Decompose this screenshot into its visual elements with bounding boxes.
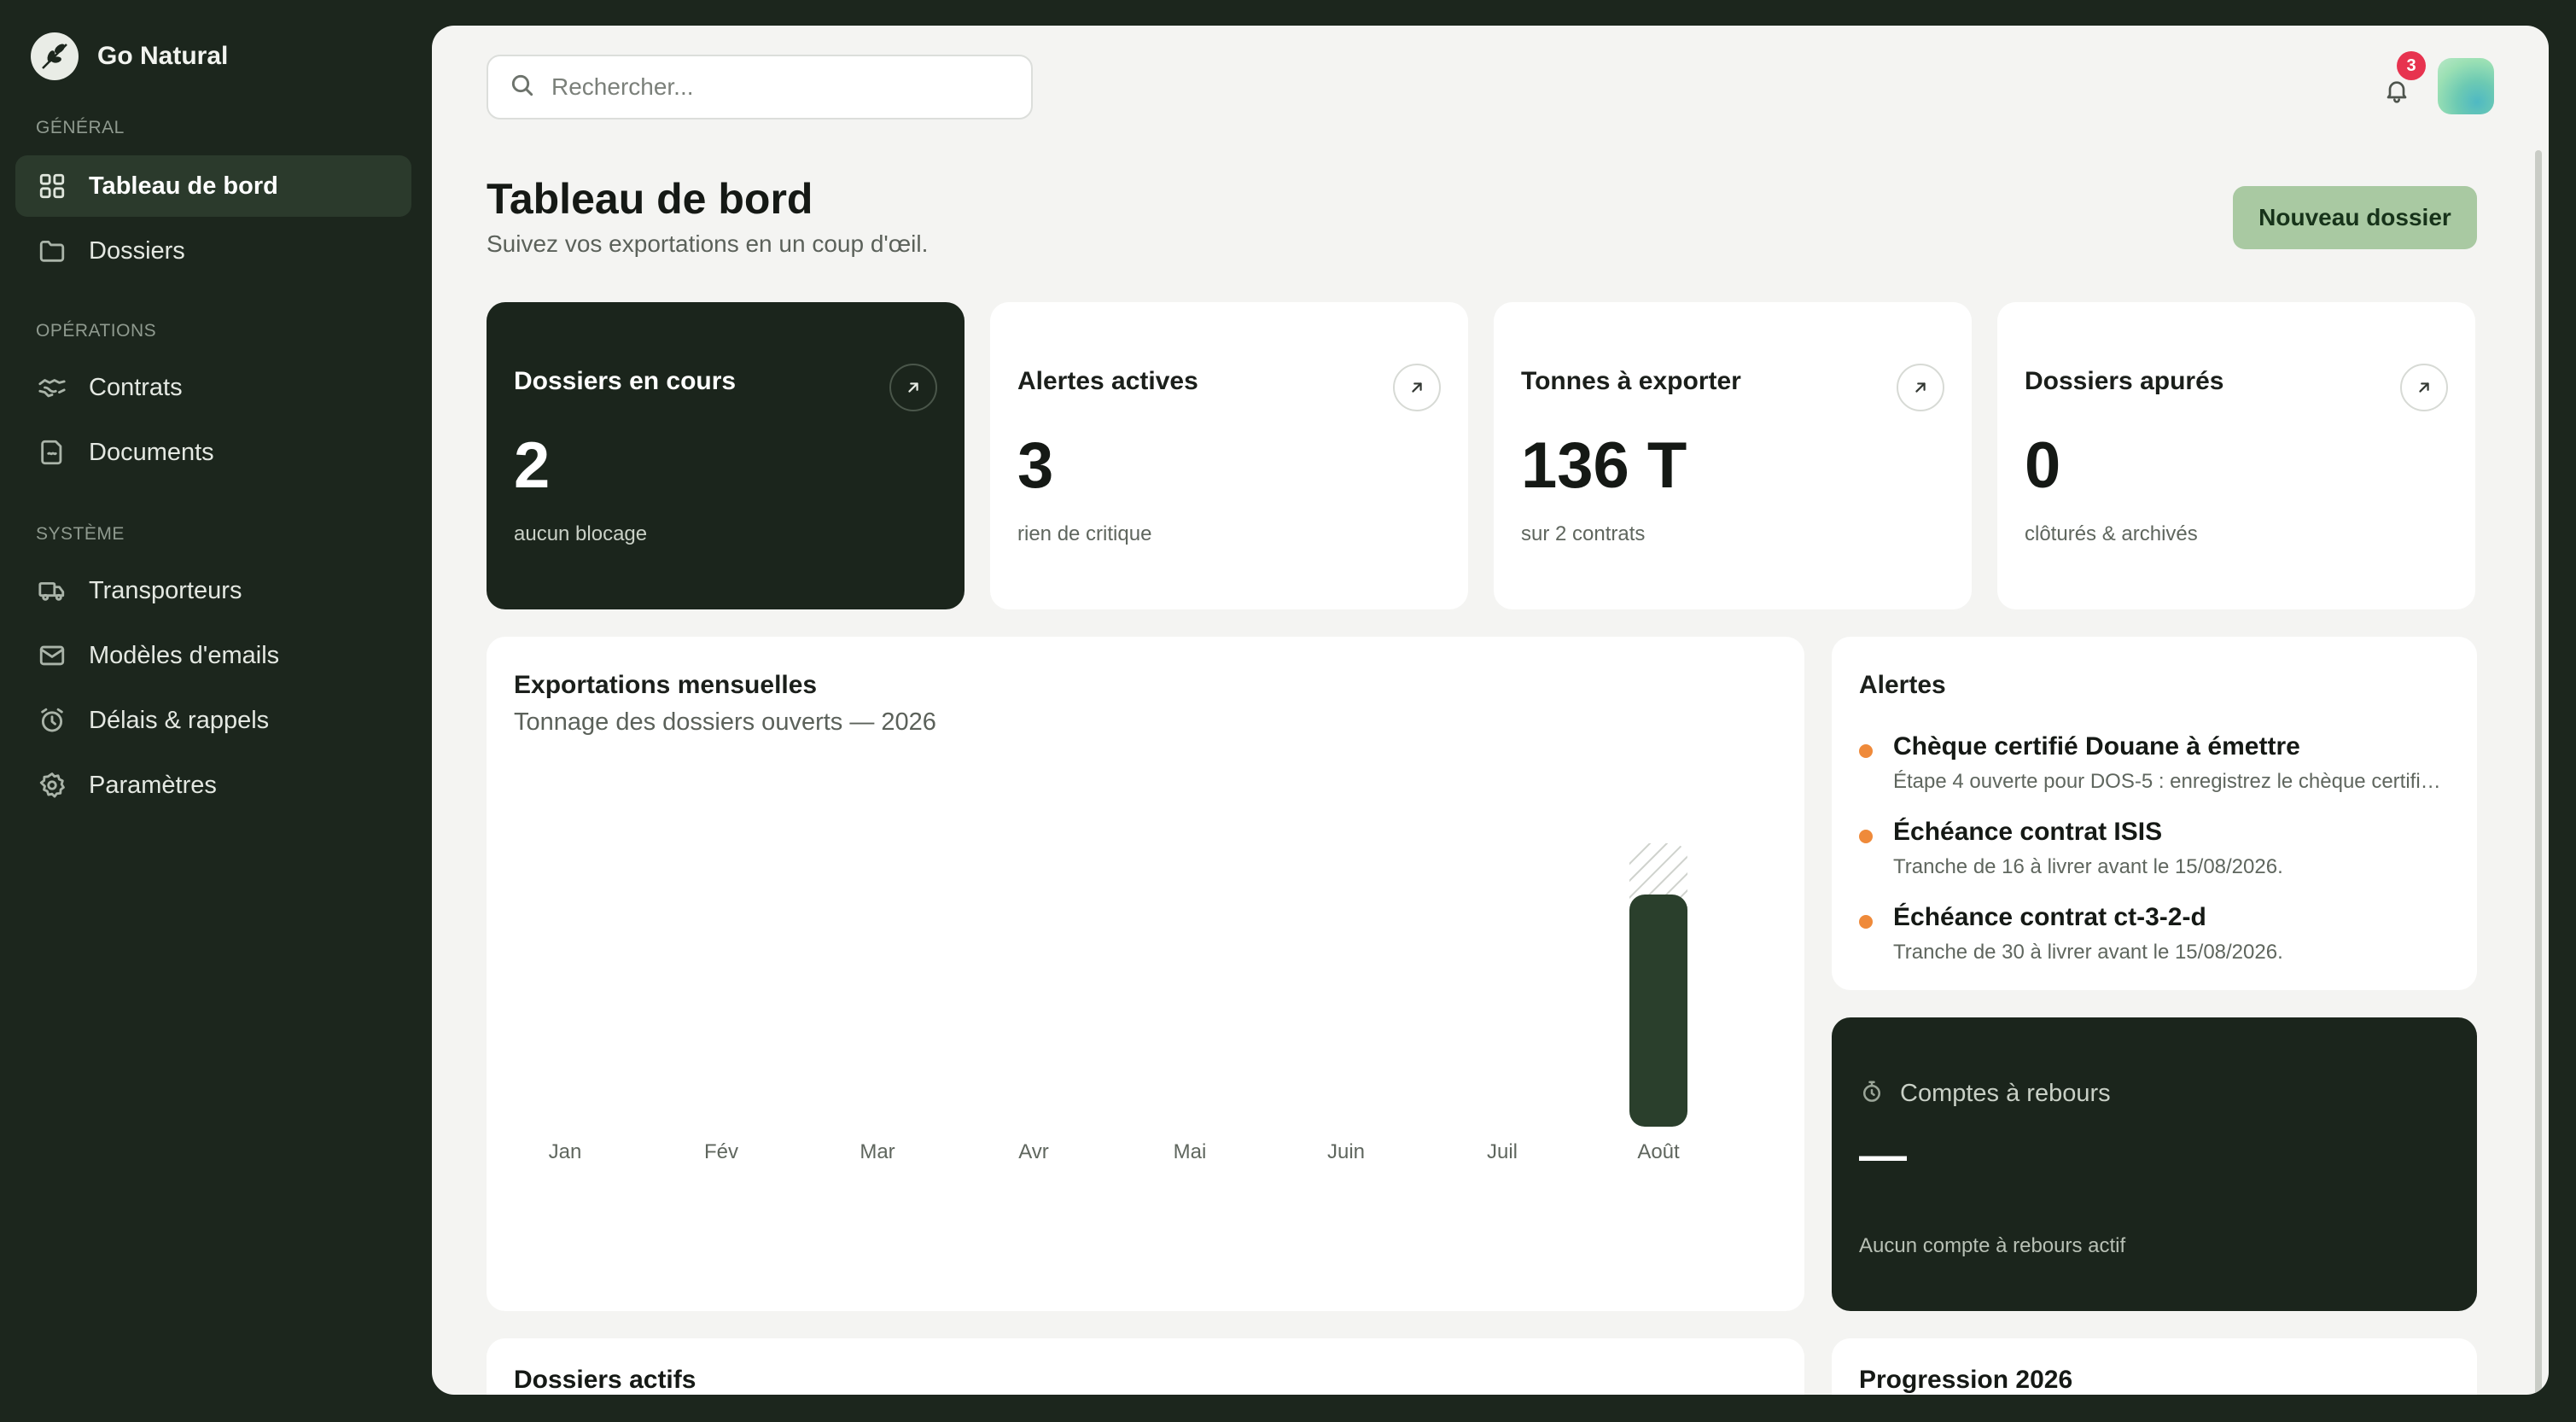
sidebar-item-label: Transporteurs — [89, 576, 242, 604]
stat-value: 136 T — [1521, 429, 1687, 502]
sidebar-item-label: Tableau de bord — [89, 172, 278, 200]
alert-dot — [1859, 744, 1873, 758]
folder-icon — [36, 235, 68, 267]
new-dossier-button[interactable]: Nouveau dossier — [2233, 186, 2477, 249]
bell-icon — [2383, 77, 2410, 108]
arrow-up-right-icon[interactable] — [2400, 364, 2448, 411]
countdown-note: Aucun compte à rebours actif — [1859, 1234, 2126, 1257]
stat-label: Dossiers apurés — [2025, 367, 2224, 395]
search-icon — [509, 72, 536, 103]
alert-dot — [1859, 830, 1873, 843]
sidebar-item-delais-rappels[interactable]: Délais & rappels — [15, 690, 411, 751]
countdown-card: Comptes à rebours — Aucun compte à rebou… — [1832, 1017, 2477, 1311]
active-dossiers-card: Dossiers actifs — [487, 1338, 1804, 1395]
bar-chart: Jan Fév Mar Avr Mai Juin Juil Août — [549, 843, 1687, 1163]
arrow-up-right-icon[interactable] — [1393, 364, 1441, 411]
section-label-systeme: SYSTÈME — [36, 524, 125, 544]
alert-description: Tranche de 16 à livrer avant le 15/08/20… — [1893, 855, 2283, 878]
stat-note: sur 2 contrats — [1521, 522, 1646, 545]
x-tick-label: Fév — [704, 1140, 738, 1163]
leaf-logo-icon — [31, 32, 79, 80]
gear-icon — [36, 769, 68, 801]
stat-card-tonnes-a-exporter[interactable]: Tonnes à exporter 136 T sur 2 contrats — [1494, 302, 1972, 609]
arrow-up-right-icon[interactable] — [1897, 364, 1944, 411]
stat-value: 0 — [2025, 429, 2061, 502]
x-tick-label: Mar — [860, 1140, 895, 1163]
alert-description: Tranche de 30 à livrer avant le 15/08/20… — [1893, 941, 2283, 964]
stat-label: Alertes actives — [1017, 367, 1198, 395]
scrollbar[interactable] — [2535, 150, 2542, 1395]
sidebar-item-dossiers[interactable]: Dossiers — [15, 220, 411, 282]
mail-icon — [36, 639, 68, 672]
sidebar-item-documents[interactable]: Documents — [15, 422, 411, 483]
stat-value: 2 — [514, 429, 551, 502]
stat-card-dossiers-en-cours[interactable]: Dossiers en cours 2 aucun blocage — [487, 302, 965, 609]
avatar[interactable] — [2438, 58, 2494, 114]
alarm-clock-icon — [36, 704, 68, 737]
x-tick-label: Mai — [1174, 1140, 1207, 1163]
alert-title: Échéance contrat ct-3-2-d — [1893, 903, 2206, 931]
grid-icon — [36, 170, 68, 202]
bar-Août[interactable] — [1629, 895, 1687, 1127]
notification-badge: 3 — [2397, 51, 2426, 80]
countdown-title: Comptes à rebours — [1900, 1080, 2111, 1107]
alerts-card: Alertes Chèque certifié Douane à émettre… — [1832, 637, 2477, 990]
chart-card: Exportations mensuelles Tonnage des doss… — [487, 637, 1804, 1311]
truck-icon — [36, 574, 68, 607]
stat-label: Tonnes à exporter — [1521, 367, 1741, 395]
stat-card-dossiers-apures[interactable]: Dossiers apurés 0 clôturés & archivés — [1997, 302, 2475, 609]
arrow-up-right-icon[interactable] — [889, 364, 937, 411]
sidebar-item-label: Dossiers — [89, 236, 185, 265]
stat-label: Dossiers en cours — [514, 367, 737, 395]
section-label-general: GÉNÉRAL — [36, 118, 125, 137]
handshake-icon — [36, 371, 68, 404]
document-icon — [36, 436, 68, 469]
search-bar[interactable] — [487, 55, 1033, 119]
sidebar-item-contrats[interactable]: Contrats — [15, 357, 411, 418]
stat-value: 3 — [1017, 429, 1054, 502]
main-panel: 3 Tableau de bord Suivez vos exportation… — [432, 26, 2549, 1395]
sidebar-item-label: Documents — [89, 438, 214, 466]
sidebar-item-transporteurs[interactable]: Transporteurs — [15, 560, 411, 621]
sidebar-item-label: Contrats — [89, 373, 183, 401]
countdown-value: — — [1859, 1128, 1907, 1181]
sidebar-item-label: Paramètres — [89, 771, 217, 799]
alert-description: Étape 4 ouverte pour DOS-5 : enregistrez… — [1893, 770, 2448, 793]
sidebar-item-parametres[interactable]: Paramètres — [15, 755, 411, 816]
x-tick-label: Juin — [1327, 1140, 1365, 1163]
countdown-header: Comptes à rebours — [1859, 1079, 2111, 1109]
alert-title: Chèque certifié Douane à émettre — [1893, 732, 2300, 761]
sidebar-item-label: Modèles d'emails — [89, 641, 280, 669]
stat-card-alertes-actives[interactable]: Alertes actives 3 rien de critique — [990, 302, 1468, 609]
alert-title: Échéance contrat ISIS — [1893, 818, 2163, 846]
brand-name: Go Natural — [97, 42, 229, 70]
stat-note: rien de critique — [1017, 522, 1152, 545]
search-input[interactable] — [551, 73, 995, 101]
stopwatch-icon — [1859, 1079, 1885, 1109]
x-tick-label: Juil — [1487, 1140, 1518, 1163]
progression-card: Progression 2026 — [1832, 1338, 2477, 1395]
x-tick-label: Jan — [549, 1140, 582, 1163]
x-tick-label: Août — [1637, 1140, 1680, 1163]
brand[interactable]: Go Natural — [31, 32, 228, 80]
sidebar-item-tableau-de-bord[interactable]: Tableau de bord — [15, 155, 411, 217]
section-label-operations: OPÉRATIONS — [36, 321, 157, 341]
sidebar-item-label: Délais & rappels — [89, 706, 270, 734]
page-title: Tableau de bord — [487, 175, 813, 223]
x-tick-label: Avr — [1018, 1140, 1049, 1163]
stat-note: aucun blocage — [514, 522, 648, 545]
page-subtitle: Suivez vos exportations en un coup d'œil… — [487, 230, 929, 257]
alert-dot — [1859, 915, 1873, 929]
active-dossiers-title: Dossiers actifs — [514, 1366, 696, 1394]
sidebar: Go Natural GÉNÉRAL Tableau de bord Dossi… — [0, 0, 432, 1422]
stat-note: clôturés & archivés — [2025, 522, 2198, 545]
alerts-title: Alertes — [1859, 671, 1946, 699]
sidebar-item-modeles-emails[interactable]: Modèles d'emails — [15, 625, 411, 686]
progression-title: Progression 2026 — [1859, 1366, 2073, 1394]
